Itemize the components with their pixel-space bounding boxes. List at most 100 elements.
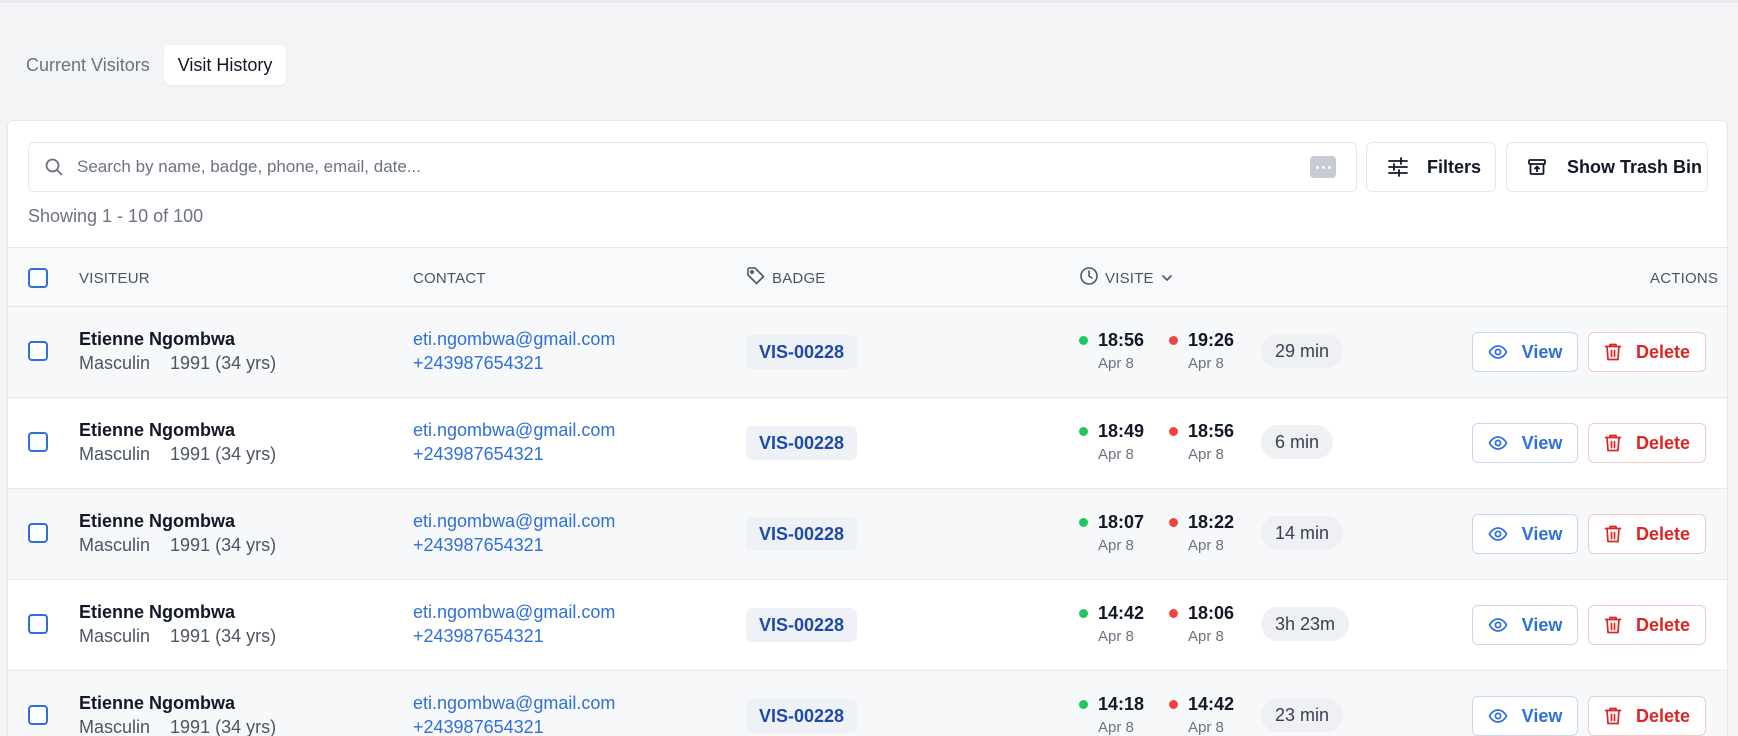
check-in-time-value: 18:56: [1098, 330, 1145, 350]
check-out-date: Apr 8: [1188, 719, 1224, 736]
check-in-time-value: 18:49: [1098, 421, 1145, 441]
column-badge: BADGE: [746, 248, 826, 308]
delete-button[interactable]: Delete: [1588, 696, 1706, 736]
check-in-dot-icon: [1079, 427, 1088, 436]
view-label: View: [1521, 614, 1563, 635]
contact-phone-link[interactable]: +243987654321: [413, 717, 544, 736]
tab-current-visitors[interactable]: Current Visitors: [12, 45, 164, 85]
visitor-name: Etienne Ngombwa: [79, 693, 236, 713]
visitor-name: Etienne Ngombwa: [79, 511, 236, 531]
duration-pill: 23 min: [1261, 698, 1344, 732]
visitor-name: Etienne Ngombwa: [79, 329, 236, 349]
column-contact: CONTACT: [413, 269, 486, 287]
visitor-birth: 1991 (34 yrs): [170, 444, 277, 464]
check-out-time: 19:26 Apr 8: [1169, 330, 1234, 372]
check-in-date: Apr 8: [1098, 355, 1134, 372]
delete-button[interactable]: Delete: [1588, 423, 1706, 463]
archive-icon: [1527, 156, 1549, 178]
row-checkbox[interactable]: [28, 432, 48, 452]
visitor-meta: Masculin 1991 (34 yrs): [79, 717, 276, 736]
column-visit-label: VISITE: [1105, 269, 1154, 287]
delete-button[interactable]: Delete: [1588, 514, 1706, 554]
check-in-date: Apr 8: [1098, 537, 1134, 554]
check-in-time: 18:56 Apr 8: [1079, 330, 1144, 372]
clock-icon: [1079, 266, 1105, 290]
table-row: Etienne Ngombwa Masculin 1991 (34 yrs) et…: [8, 489, 1727, 580]
column-badge-label: BADGE: [772, 269, 826, 287]
duration-pill: 29 min: [1261, 334, 1344, 368]
select-all-checkbox[interactable]: [28, 268, 48, 288]
visitor-gender: Masculin: [79, 626, 151, 646]
visitor-meta: Masculin 1991 (34 yrs): [79, 626, 276, 647]
badge-pill: VIS-00228: [746, 335, 858, 369]
duration-pill: 3h 23m: [1261, 607, 1350, 641]
view-button[interactable]: View: [1472, 605, 1578, 645]
table-row: Etienne Ngombwa Masculin 1991 (34 yrs) et…: [8, 398, 1727, 489]
table-row: Etienne Ngombwa Masculin 1991 (34 yrs) et…: [8, 307, 1727, 398]
view-button[interactable]: View: [1472, 332, 1578, 372]
eye-icon: [1488, 615, 1522, 635]
contact-email-link[interactable]: eti.ngombwa@gmail.com: [413, 511, 615, 532]
top-border: [0, 0, 1738, 3]
visitor-birth: 1991 (34 yrs): [170, 717, 277, 736]
badge-pill: VIS-00228: [746, 517, 858, 551]
check-in-date: Apr 8: [1098, 628, 1134, 645]
column-visitor: VISITEUR: [79, 269, 150, 287]
pagination-summary: Showing 1 - 10 of 100: [28, 206, 204, 226]
contact-phone-link[interactable]: +243987654321: [413, 353, 544, 374]
table-row: Etienne Ngombwa Masculin 1991 (34 yrs) et…: [8, 671, 1727, 736]
eye-icon: [1488, 433, 1522, 453]
delete-button[interactable]: Delete: [1588, 332, 1706, 372]
filters-button[interactable]: Filters: [1366, 142, 1496, 192]
view-button[interactable]: View: [1472, 423, 1578, 463]
more-options-icon[interactable]: [1310, 156, 1336, 178]
tab-bar: Current Visitors Visit History: [12, 45, 287, 85]
row-checkbox[interactable]: [28, 614, 48, 634]
view-button[interactable]: View: [1472, 514, 1578, 554]
check-in-dot-icon: [1079, 700, 1088, 709]
check-in-time: 14:18 Apr 8: [1079, 694, 1144, 736]
search-input[interactable]: [77, 157, 1310, 177]
contact-phone-link[interactable]: +243987654321: [413, 444, 544, 465]
row-checkbox[interactable]: [28, 341, 48, 361]
check-in-time: 18:07 Apr 8: [1079, 512, 1144, 554]
row-select-cell: [28, 705, 48, 725]
view-label: View: [1521, 432, 1563, 453]
visitor-birth: 1991 (34 yrs): [170, 353, 277, 373]
view-label: View: [1521, 341, 1563, 362]
view-label: View: [1521, 705, 1563, 726]
check-out-time-value: 19:26: [1188, 330, 1235, 350]
check-in-time: 18:49 Apr 8: [1079, 421, 1144, 463]
view-label: View: [1521, 523, 1563, 544]
delete-label: Delete: [1635, 432, 1691, 453]
view-button[interactable]: View: [1472, 696, 1578, 736]
show-trash-bin-button[interactable]: Show Trash Bin: [1506, 142, 1708, 192]
tab-visit-history[interactable]: Visit History: [163, 45, 287, 85]
row-checkbox[interactable]: [28, 523, 48, 543]
contact-email-link[interactable]: eti.ngombwa@gmail.com: [413, 420, 615, 441]
contact-phone-link[interactable]: +243987654321: [413, 535, 544, 556]
trash-icon: [1604, 524, 1636, 544]
contact-email-link[interactable]: eti.ngombwa@gmail.com: [413, 602, 615, 623]
chevron-down-icon: [1160, 271, 1180, 285]
search-bar: [28, 142, 1357, 192]
check-out-date: Apr 8: [1188, 628, 1224, 645]
visitor-birth: 1991 (34 yrs): [170, 626, 277, 646]
contact-email-link[interactable]: eti.ngombwa@gmail.com: [413, 693, 615, 714]
check-in-dot-icon: [1079, 609, 1088, 618]
delete-label: Delete: [1635, 614, 1691, 635]
check-out-time: 18:56 Apr 8: [1169, 421, 1234, 463]
delete-button[interactable]: Delete: [1588, 605, 1706, 645]
badge-pill: VIS-00228: [746, 699, 858, 733]
trash-icon: [1604, 615, 1636, 635]
contact-email-link[interactable]: eti.ngombwa@gmail.com: [413, 329, 615, 350]
eye-icon: [1488, 706, 1522, 726]
delete-label: Delete: [1635, 523, 1691, 544]
check-out-date: Apr 8: [1188, 537, 1224, 554]
column-visit-sort[interactable]: VISITE: [1079, 248, 1180, 308]
contact-phone-link[interactable]: +243987654321: [413, 626, 544, 647]
visitor-name: Etienne Ngombwa: [79, 602, 236, 622]
check-in-time-value: 18:07: [1098, 512, 1145, 532]
row-checkbox[interactable]: [28, 705, 48, 725]
select-all-cell: [28, 248, 48, 308]
